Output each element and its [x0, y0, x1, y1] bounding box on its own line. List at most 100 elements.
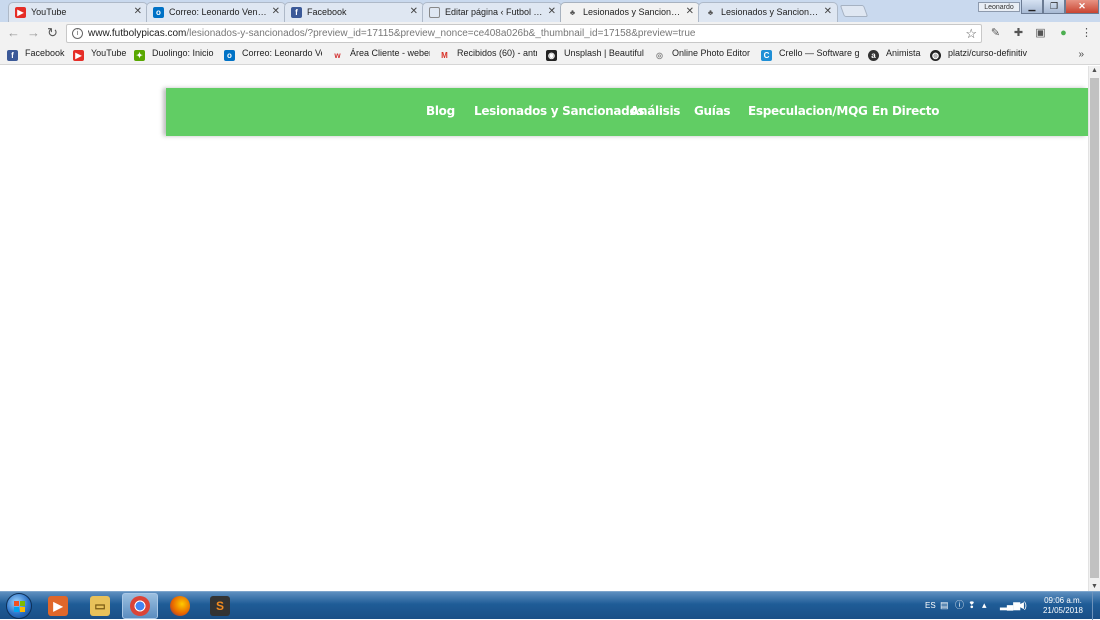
- photo-editor-icon: ◎: [656, 51, 663, 60]
- bookmark-label: Crello — Software g: [779, 48, 859, 58]
- webempresa-icon: w: [334, 51, 341, 60]
- tab-youtube[interactable]: ▶ YouTube ✕: [8, 2, 148, 22]
- page-scrollbar[interactable]: ▲ ▼: [1088, 66, 1100, 591]
- nav-link-lesionados[interactable]: Lesionados y Sancionados: [474, 104, 645, 118]
- tab-label: Lesionados y Sancionado: [583, 7, 681, 17]
- close-icon[interactable]: ✕: [134, 6, 142, 17]
- profile-button[interactable]: Leonardo: [978, 2, 1020, 12]
- volume-icon[interactable]: ◀): [1017, 600, 1027, 610]
- back-arrow-icon[interactable]: ←: [7, 26, 20, 40]
- site-icon: ♣: [707, 8, 714, 17]
- outlook-icon: o: [224, 50, 235, 61]
- document-icon: [429, 7, 440, 18]
- tab-label: Editar página ‹ Futbol Y P: [445, 7, 543, 17]
- scroll-up-arrow-icon[interactable]: ▲: [1091, 67, 1098, 74]
- tab-label: YouTube: [31, 7, 67, 17]
- tab-label: Lesionados y Sancionado: [721, 7, 819, 17]
- bookmark-duolingo[interactable]: ✦ Duolingo: Inicio: [134, 48, 216, 62]
- file-explorer-icon: ▭: [90, 596, 110, 616]
- bookmark-label: YouTube: [91, 48, 127, 58]
- url-path: /lesionados-y-sancionados/?preview_id=17…: [186, 28, 696, 39]
- tab-facebook[interactable]: f Facebook ✕: [284, 2, 424, 22]
- address-bar[interactable]: i www.futbolypicas.com/lesionados-y-sanc…: [66, 24, 982, 43]
- system-clock[interactable]: 09:06 a.m. 21/05/2018: [1038, 596, 1088, 616]
- media-player-icon: ▶: [48, 596, 68, 616]
- tab-label: Facebook: [307, 7, 347, 17]
- show-desktop-button[interactable]: [1092, 592, 1100, 620]
- firefox-icon: [170, 596, 190, 616]
- nav-link-blog[interactable]: Blog: [426, 104, 455, 118]
- nav-link-en-directo[interactable]: En Directo: [872, 104, 939, 118]
- tab-correo[interactable]: o Correo: Leonardo Venez ✕: [146, 2, 286, 22]
- bookmark-label: Animista: [886, 48, 921, 58]
- eyedropper-extension-icon[interactable]: ✎: [989, 27, 1002, 40]
- puzzle-extension-icon[interactable]: ✚: [1012, 27, 1025, 40]
- scroll-down-arrow-icon[interactable]: ▼: [1091, 583, 1098, 590]
- browser-tab-strip: ▶ YouTube ✕ o Correo: Leonardo Venez ✕ f…: [0, 0, 1100, 22]
- help-icon[interactable]: ⓘ: [955, 600, 964, 610]
- forward-arrow-icon[interactable]: →: [27, 26, 40, 40]
- tab-lesionados[interactable]: ♣ Lesionados y Sancionado ✕: [698, 2, 838, 22]
- taskbar-sublime-text[interactable]: S: [202, 593, 238, 619]
- close-icon[interactable]: ✕: [686, 6, 694, 17]
- bookmark-label: Área Cliente - weber: [350, 48, 430, 58]
- tab-editar-pagina[interactable]: Editar página ‹ Futbol Y P ✕: [422, 2, 562, 22]
- sublime-text-icon: S: [210, 596, 230, 616]
- chrome-icon: [130, 596, 150, 616]
- close-icon[interactable]: ✕: [548, 6, 556, 17]
- green-extension-icon[interactable]: ●: [1057, 27, 1070, 40]
- tray-app-icon[interactable]: ❢: [968, 600, 976, 610]
- start-button[interactable]: [6, 593, 32, 619]
- animista-icon: a: [868, 50, 879, 61]
- close-icon[interactable]: ✕: [272, 6, 280, 17]
- bookmark-unsplash[interactable]: ◉ Unsplash | Beautiful: [546, 48, 644, 62]
- camera-extension-icon[interactable]: ▣: [1034, 27, 1047, 40]
- url-text[interactable]: www.futbolypicas.com/lesionados-y-sancio…: [88, 28, 695, 39]
- info-icon[interactable]: i: [72, 28, 83, 39]
- close-icon[interactable]: ✕: [824, 6, 832, 17]
- taskbar-chrome[interactable]: [122, 593, 158, 619]
- bookmark-animista[interactable]: a Animista: [868, 48, 924, 62]
- bookmark-label: Facebook: [25, 48, 65, 58]
- bookmark-label: Unsplash | Beautiful: [564, 48, 644, 58]
- minimize-button[interactable]: ▁: [1021, 0, 1043, 14]
- maximize-button[interactable]: ❐: [1043, 0, 1065, 14]
- new-tab-button[interactable]: [839, 5, 869, 17]
- bookmark-youtube[interactable]: ▶ YouTube: [73, 48, 129, 62]
- keyboard-icon[interactable]: ▤: [940, 600, 949, 610]
- language-indicator[interactable]: ES: [925, 601, 936, 610]
- bookmarks-bar: f Facebook ▶ YouTube ✦ Duolingo: Inicio o Co…: [0, 45, 1100, 65]
- youtube-icon: ▶: [15, 7, 26, 18]
- tab-lesionados-active[interactable]: ♣ Lesionados y Sancionado ✕: [560, 2, 700, 22]
- bookmark-label: Duolingo: Inicio: [152, 48, 214, 58]
- taskbar-file-explorer[interactable]: ▭: [82, 593, 118, 619]
- bookmark-photo-editor[interactable]: ◎ Online Photo Editor: [654, 48, 752, 62]
- more-bookmarks-chevron-icon[interactable]: »: [1078, 49, 1084, 60]
- taskbar-media-player[interactable]: ▶: [40, 593, 76, 619]
- bookmark-gmail[interactable]: M Recibidos (60) - antr: [439, 48, 537, 62]
- outlook-icon: o: [153, 7, 164, 18]
- taskbar-firefox[interactable]: [162, 593, 198, 619]
- facebook-icon: f: [7, 50, 18, 61]
- nav-link-guias[interactable]: Guías: [694, 104, 731, 118]
- menu-kebab-icon[interactable]: ⋮: [1080, 27, 1093, 40]
- reload-icon[interactable]: ↻: [47, 26, 58, 40]
- crello-icon: C: [761, 50, 772, 61]
- close-icon[interactable]: ✕: [410, 6, 418, 17]
- bookmark-correo[interactable]: o Correo: Leonardo Ve: [224, 48, 322, 62]
- nav-link-analisis[interactable]: Análisis: [630, 104, 680, 118]
- youtube-icon: ▶: [73, 50, 84, 61]
- bookmark-star-icon[interactable]: ☆: [965, 26, 977, 42]
- scrollbar-thumb[interactable]: [1090, 78, 1099, 578]
- bookmark-crello[interactable]: C Crello — Software g: [761, 48, 859, 62]
- bookmark-area-cliente[interactable]: w Área Cliente - weber: [332, 48, 430, 62]
- close-window-button[interactable]: ✕: [1065, 0, 1099, 14]
- nav-link-especulacion[interactable]: Especulacion/MQG: [748, 104, 868, 118]
- bookmark-github-platzi[interactable]: ◍ platzi/curso-definitiv: [930, 48, 1028, 62]
- bookmark-label: Recibidos (60) - antr: [457, 48, 537, 58]
- show-hidden-icons-icon[interactable]: ▴: [982, 600, 987, 610]
- page-viewport: Blog Lesionados y Sancionados Análisis G…: [0, 66, 1088, 591]
- gmail-icon: M: [441, 51, 448, 60]
- url-host: www.futbolypicas.com: [88, 28, 187, 39]
- bookmark-facebook[interactable]: f Facebook: [7, 48, 69, 62]
